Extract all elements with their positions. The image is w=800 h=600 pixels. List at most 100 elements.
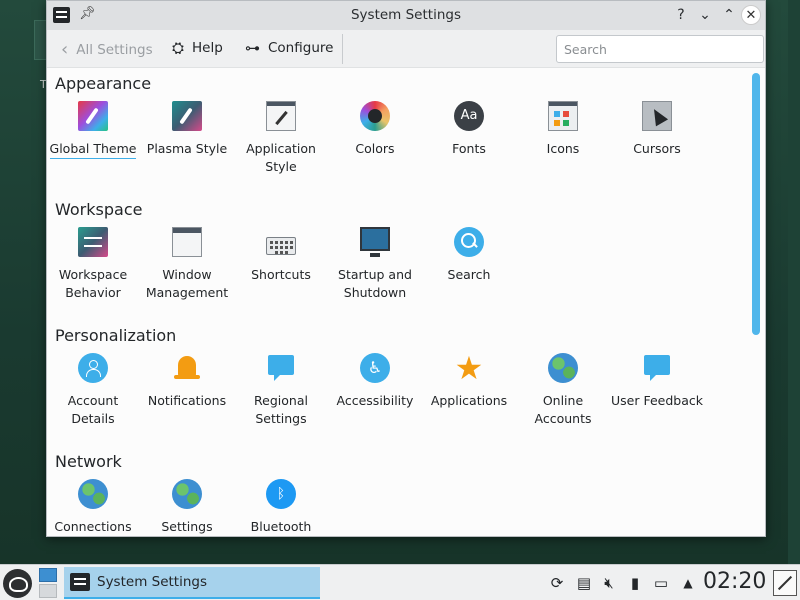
section-title: Personalization [55,326,177,345]
bell-icon [172,353,202,383]
context-help-button[interactable]: ? [671,5,691,25]
help-lifebuoy-icon: ⛭ [172,39,185,57]
item-accessibility[interactable]: ♿︎ Accessibility [329,353,421,410]
maximize-button[interactable]: ⌃ [719,5,739,25]
desktop-1[interactable] [39,568,57,582]
help-button[interactable]: ⛭ Help [172,39,223,57]
device-notifier-icon[interactable]: ▮ [626,574,644,592]
item-label: Window Management [145,267,229,300]
task-system-settings[interactable]: System Settings [64,567,320,599]
item-label: Fonts [452,141,486,156]
close-button[interactable]: ✕ [741,5,761,25]
global-theme-icon [78,101,108,131]
item-label: Plasma Style [146,141,228,156]
chevron-left-icon: ‹ [61,39,69,60]
item-label: Search [447,267,491,282]
item-applications[interactable]: ★ Applications [423,352,515,410]
item-label: Cursors [633,141,681,156]
item-global-theme[interactable]: Global Theme [47,101,139,159]
system-settings-window: 📌︎ System Settings ? ⌄ ⌃ ✕ ‹ All Setting… [46,0,766,537]
item-colors[interactable]: Colors [329,101,421,158]
item-workspace-behavior[interactable]: Workspace Behavior [47,227,139,302]
item-label: Accessibility [336,393,414,408]
tray-expand-arrow-icon[interactable]: ▲ [679,574,697,592]
item-label: Notifications [147,393,227,408]
clipboard-icon[interactable]: ▤ [575,574,593,592]
toolbar: ‹ All Settings ⛭ Help ⊶ Configure [47,30,765,68]
window-titlebar[interactable]: 📌︎ System Settings ? ⌄ ⌃ ✕ [47,1,765,30]
item-label: Bluetooth [250,519,312,534]
toolbar-divider [342,34,343,64]
item-notifications[interactable]: Notifications [141,353,233,410]
volume-muted-icon[interactable]: 🔇︎ [600,574,618,592]
clock[interactable]: 02:20 [703,569,766,594]
globe-icon [172,479,202,509]
minimize-button[interactable]: ⌄ [695,5,715,25]
item-cursors[interactable]: Cursors [611,101,703,158]
item-icons[interactable]: Icons [517,101,609,158]
item-label: Settings [161,519,213,534]
configure-sliders-icon: ⊶ [245,39,260,57]
desktop-2[interactable] [39,584,57,598]
scrollbar-thumb[interactable] [752,73,760,335]
item-shortcuts[interactable]: Shortcuts [235,227,327,284]
application-launcher-icon[interactable] [3,569,32,598]
window-management-icon [172,227,202,257]
item-search[interactable]: Search [423,227,515,284]
show-desktop-icon[interactable] [773,570,797,596]
item-window-management[interactable]: Window Management [141,227,233,302]
plasma-style-icon [172,101,202,131]
item-label: Global Theme [49,141,137,159]
item-label: Application Style [246,141,316,174]
item-regional-settings[interactable]: Regional Settings [235,353,327,428]
monitor-icon [360,227,390,257]
configure-button[interactable]: ⊶ Configure [245,39,333,57]
regional-settings-icon [266,353,296,383]
item-label: Workspace Behavior [58,267,128,300]
section-title: Workspace [55,200,143,219]
bluetooth-icon: ᛒ [266,479,296,509]
account-icon [78,353,108,383]
item-label: Account Details [67,393,119,426]
configure-label: Configure [268,40,334,56]
scrollbar[interactable] [752,73,760,533]
application-style-icon [266,101,296,131]
settings-content: Appearance Global Theme Plasma Style App… [47,68,765,537]
item-plasma-style[interactable]: Plasma Style [141,101,233,158]
section-title: Network [55,452,122,471]
item-label: Startup and Shutdown [338,267,412,300]
updates-icon[interactable]: ⟳ [548,574,566,592]
item-startup-shutdown[interactable]: Startup and Shutdown [329,227,421,302]
item-label: Connections [54,519,132,534]
search-input[interactable] [556,35,764,63]
item-label: Colors [355,141,395,156]
workspace-behavior-icon [78,227,108,257]
help-label: Help [192,40,223,56]
fonts-icon: Aa [454,101,484,131]
feedback-icon [642,353,672,383]
all-settings-label: All Settings [76,41,153,58]
item-bluetooth[interactable]: ᛒ Bluetooth [235,479,327,536]
item-connections[interactable]: Connections [47,479,139,536]
item-account-details[interactable]: Account Details [47,353,139,428]
item-application-style[interactable]: Application Style [235,101,327,176]
keyboard-icon [266,237,296,255]
item-fonts[interactable]: Aa Fonts [423,101,515,158]
item-user-feedback[interactable]: User Feedback [611,353,703,410]
task-label: System Settings [97,574,208,590]
cursors-icon [642,101,672,131]
item-network-settings[interactable]: Settings [141,479,233,536]
item-label: Applications [430,393,508,408]
system-settings-icon [70,573,90,591]
globe-icon [548,353,578,383]
network-icon[interactable]: ▭ [652,574,670,592]
window-title: System Settings [350,7,461,23]
icons-icon [548,101,578,131]
all-settings-button[interactable]: ‹ All Settings [61,39,153,60]
item-online-accounts[interactable]: Online Accounts [517,353,609,428]
item-label: User Feedback [611,393,703,408]
colors-icon [360,101,390,131]
item-label: Online Accounts [534,393,592,426]
virtual-desktop-pager[interactable] [38,567,58,599]
search-icon [454,227,484,257]
